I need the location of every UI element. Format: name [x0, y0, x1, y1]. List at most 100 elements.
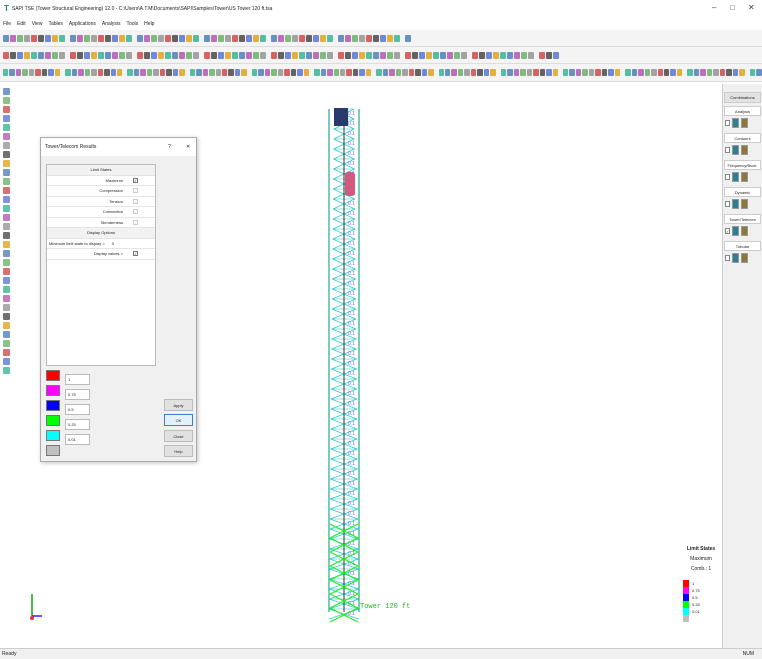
- toolbar-button-icon[interactable]: [218, 34, 224, 42]
- toolbar-button-icon[interactable]: [165, 34, 171, 42]
- toolbar-button-icon[interactable]: [614, 69, 621, 76]
- toolbar-button-icon[interactable]: [41, 69, 48, 76]
- toolbar-button-icon[interactable]: [144, 51, 150, 59]
- color-swatch[interactable]: [46, 430, 60, 441]
- toolbar-button-icon[interactable]: [292, 34, 298, 42]
- toolbar-button-icon[interactable]: [732, 69, 739, 76]
- toolbar-button-icon[interactable]: [320, 51, 326, 59]
- toolbar-button-icon[interactable]: [345, 34, 351, 42]
- toolbar-button-icon[interactable]: [352, 51, 358, 59]
- toolbar-button-icon[interactable]: [546, 51, 552, 59]
- toolbar-button-icon[interactable]: [575, 69, 582, 76]
- toolbar-button-icon[interactable]: [24, 34, 30, 42]
- grid-row[interactable]: Slenderness ✓: [47, 218, 155, 228]
- toolbar-button-icon[interactable]: [211, 51, 217, 59]
- options-icon[interactable]: [741, 226, 748, 236]
- toolbar-button-icon[interactable]: [514, 51, 520, 59]
- left-tool-icon[interactable]: [2, 133, 10, 140]
- toolbar-button-icon[interactable]: [204, 34, 210, 42]
- toolbar-button-icon[interactable]: [625, 69, 631, 76]
- close-button[interactable]: ✕: [748, 3, 755, 12]
- display-icon[interactable]: [732, 199, 739, 209]
- toolbar-button-icon[interactable]: [186, 34, 192, 42]
- toolbar-button-icon[interactable]: [415, 69, 421, 76]
- toolbar-button-icon[interactable]: [127, 69, 133, 76]
- toolbar-button-icon[interactable]: [373, 51, 379, 59]
- left-tool-icon[interactable]: [2, 322, 10, 329]
- toolbar-button-icon[interactable]: [234, 69, 241, 76]
- toolbar-button-icon[interactable]: [389, 69, 395, 76]
- toolbar-button-icon[interactable]: [440, 51, 446, 59]
- left-tool-icon[interactable]: [2, 205, 10, 212]
- toolbar-button-icon[interactable]: [601, 69, 608, 76]
- toolbar-button-icon[interactable]: [402, 69, 408, 76]
- left-tool-icon[interactable]: [2, 286, 10, 293]
- toolbar-button-icon[interactable]: [31, 51, 37, 59]
- toolbar-button-icon[interactable]: [365, 69, 372, 76]
- toolbar-button-icon[interactable]: [104, 69, 110, 76]
- toolbar-button-icon[interactable]: [464, 69, 470, 76]
- toolbar-button-icon[interactable]: [292, 51, 298, 59]
- menu-tools[interactable]: Tools: [126, 21, 138, 27]
- toolbar-button-icon[interactable]: [84, 51, 90, 59]
- toolbar-button-icon[interactable]: [232, 34, 238, 42]
- left-tool-icon[interactable]: [2, 178, 10, 185]
- threshold-input[interactable]: 1: [65, 374, 90, 385]
- left-tool-icon[interactable]: [2, 268, 10, 275]
- toolbar-button-icon[interactable]: [490, 69, 496, 76]
- toolbar-button-icon[interactable]: [380, 34, 386, 42]
- toolbar-button-icon[interactable]: [144, 34, 150, 42]
- toolbar-button-icon[interactable]: [756, 69, 762, 76]
- toolbar-button-icon[interactable]: [24, 51, 30, 59]
- combinations-button[interactable]: Combinations: [724, 92, 761, 103]
- toolbar-button-icon[interactable]: [539, 69, 546, 76]
- toolbar-button-icon[interactable]: [472, 51, 478, 59]
- options-icon[interactable]: [741, 253, 748, 263]
- toolbar-button-icon[interactable]: [726, 69, 732, 76]
- toolbar-button-icon[interactable]: [215, 69, 221, 76]
- toolbar-button-icon[interactable]: [232, 51, 238, 59]
- toolbar-button-icon[interactable]: [405, 34, 411, 42]
- toolbar-button-icon[interactable]: [116, 69, 123, 76]
- toolbar-button-icon[interactable]: [172, 34, 178, 42]
- threshold-input[interactable]: 0.25: [65, 419, 90, 430]
- toolbar-button-icon[interactable]: [373, 34, 379, 42]
- toolbar-button-icon[interactable]: [408, 69, 415, 76]
- dialog-help-button[interactable]: ?: [168, 144, 171, 150]
- toolbar-button-icon[interactable]: [71, 69, 78, 76]
- display-icon[interactable]: [732, 253, 739, 263]
- left-tool-icon[interactable]: [2, 277, 10, 284]
- toolbar-button-icon[interactable]: [359, 51, 365, 59]
- left-tool-icon[interactable]: [2, 223, 10, 230]
- toolbar-button-icon[interactable]: [327, 51, 333, 59]
- toolbar-button-icon[interactable]: [258, 69, 264, 76]
- options-icon[interactable]: [741, 118, 748, 128]
- left-tool-icon[interactable]: [2, 142, 10, 149]
- threshold-input[interactable]: 0.75: [65, 389, 90, 400]
- toolbar-button-icon[interactable]: [204, 51, 210, 59]
- toolbar-button-icon[interactable]: [77, 51, 83, 59]
- toolbar-button-icon[interactable]: [394, 51, 400, 59]
- toolbar-button-icon[interactable]: [225, 34, 231, 42]
- toolbar-button-icon[interactable]: [45, 34, 51, 42]
- toolbar-button-icon[interactable]: [297, 69, 303, 76]
- toolbar-button-icon[interactable]: [260, 51, 266, 59]
- toolbar-button-icon[interactable]: [500, 51, 506, 59]
- toolbar-button-icon[interactable]: [105, 51, 111, 59]
- toolbar-button-icon[interactable]: [380, 51, 386, 59]
- ok-button[interactable]: OK: [164, 414, 193, 426]
- toolbar-button-icon[interactable]: [105, 34, 111, 42]
- toolbar-button-icon[interactable]: [59, 34, 65, 42]
- options-icon[interactable]: [741, 172, 748, 182]
- toolbar-button-icon[interactable]: [52, 51, 58, 59]
- threshold-input[interactable]: 0.5: [65, 404, 90, 415]
- toolbar-button-icon[interactable]: [595, 69, 601, 76]
- toolbar-button-icon[interactable]: [387, 34, 393, 42]
- toolbar-button-icon[interactable]: [202, 69, 209, 76]
- toolbar-button-icon[interactable]: [526, 69, 533, 76]
- toolbar-button-icon[interactable]: [644, 69, 651, 76]
- toolbar-button-icon[interactable]: [552, 69, 558, 76]
- toolbar-button-icon[interactable]: [346, 69, 352, 76]
- toolbar-button-icon[interactable]: [299, 34, 305, 42]
- display-icon[interactable]: [732, 226, 739, 236]
